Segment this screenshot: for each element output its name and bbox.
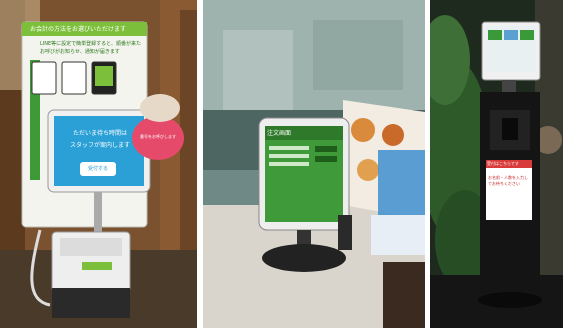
- poster-title: 受付はこちらです: [487, 161, 519, 166]
- sign-text-1: LINE等に設定で簡単登録すると、順番が来たら: [40, 41, 142, 47]
- bubble-text: 番号をお呼びします: [140, 134, 176, 139]
- tablet-label: 注文画面: [267, 130, 292, 137]
- photo-tablet-counter: 注文画面: [203, 0, 425, 328]
- screen-text-2: スタッフが案内します: [69, 142, 130, 149]
- tablet-stand-base: [262, 244, 346, 272]
- receipt-printer: [51, 231, 131, 318]
- sign-title: お会計の方法をお選びいただけます: [30, 26, 127, 33]
- screen-button-label: 受付する: [87, 166, 108, 172]
- tablet-screen: [265, 126, 343, 222]
- poster-text: お名前・人数を入力してお待ちください: [488, 175, 528, 186]
- photo-kiosk-pedestal: 受付はこちらです お名前・人数を入力してお待ちください: [430, 0, 563, 328]
- photo-kiosk-stand: お会計の方法をお選びいただけます LINE等に設定で簡単登録すると、順番が来たら…: [0, 0, 197, 328]
- pedestal-tablet: [481, 21, 541, 81]
- screen-text-1: ただいま待ち時間は: [72, 130, 127, 137]
- sign-text-2: お呼びがお知らせ、通知が届きます: [40, 49, 120, 55]
